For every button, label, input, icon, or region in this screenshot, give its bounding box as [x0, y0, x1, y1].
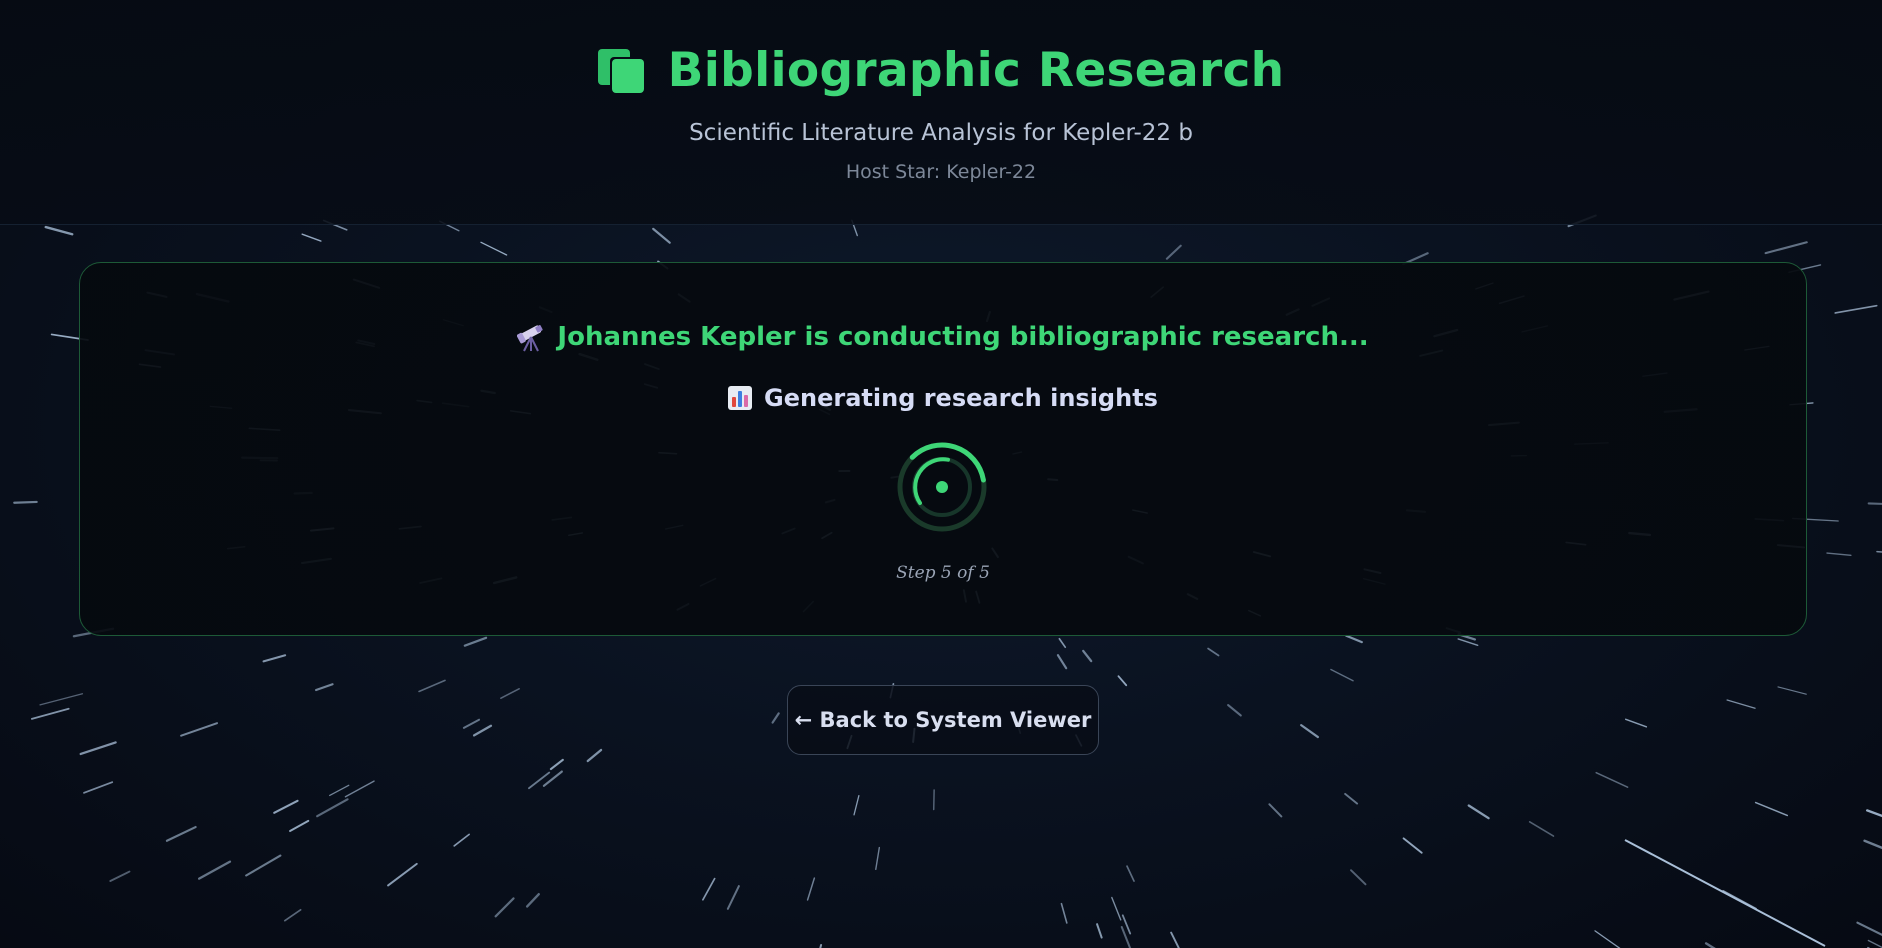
loading-spinner — [897, 442, 987, 532]
status-main-text: Johannes Kepler is conducting bibliograp… — [557, 322, 1369, 352]
star-streak — [30, 707, 70, 720]
star-streak — [1834, 304, 1878, 314]
title-row: Bibliographic Research — [0, 42, 1882, 98]
star-streak — [262, 654, 287, 663]
star-streak — [1595, 771, 1629, 788]
star-streak — [1345, 634, 1363, 644]
star-streak — [1330, 668, 1354, 682]
star-streak — [1876, 550, 1882, 553]
star-streak — [875, 846, 881, 871]
step-indicator: Step 5 of 5 — [896, 563, 990, 583]
star-streak — [1344, 792, 1359, 805]
page-title: Bibliographic Research — [667, 42, 1285, 98]
star-streak — [79, 741, 117, 756]
star-streak — [1726, 699, 1756, 709]
star-streak — [1624, 839, 1826, 947]
star-streak — [1058, 637, 1067, 649]
star-streak — [1528, 821, 1555, 837]
star-streak — [344, 780, 375, 798]
star-streak — [1170, 931, 1180, 948]
star-streak — [13, 500, 38, 504]
star-streak — [1867, 502, 1882, 505]
star-streak — [39, 693, 84, 706]
star-streak — [586, 748, 603, 763]
star-streak — [853, 795, 860, 816]
star-streak — [1350, 869, 1367, 886]
star-streak — [197, 860, 232, 880]
star-streak — [387, 862, 418, 887]
star-streak — [1126, 865, 1135, 882]
star-streak — [180, 722, 219, 737]
star-streak — [109, 870, 131, 882]
star-streak — [1082, 649, 1093, 663]
star-streak — [273, 799, 299, 814]
star-streak — [83, 781, 114, 794]
star-streak — [1467, 804, 1490, 820]
star-streak — [1120, 925, 1132, 948]
star-streak — [1060, 902, 1068, 924]
star-streak — [494, 897, 515, 918]
star-streak — [453, 833, 470, 847]
star-streak — [472, 724, 493, 737]
bar-chart-icon — [728, 386, 753, 410]
star-streak — [1268, 803, 1283, 818]
star-streak — [1826, 552, 1852, 556]
star-streak — [702, 877, 716, 901]
star-streak — [771, 712, 780, 724]
status-sub-row: Generating research insights — [80, 380, 1806, 416]
star-streak — [418, 679, 446, 693]
star-streak — [1867, 939, 1882, 948]
star-streak — [463, 636, 488, 647]
star-streak — [1165, 244, 1182, 260]
star-streak — [652, 227, 671, 244]
star-streak — [1111, 896, 1122, 921]
star-streak — [462, 718, 481, 729]
star-streak — [1056, 654, 1068, 670]
star-streak — [1856, 921, 1882, 937]
page-header: Bibliographic Research Scientific Litera… — [0, 0, 1882, 225]
star-streak — [1300, 724, 1320, 739]
star-streak — [806, 877, 816, 901]
page-subtitle: Scientific Literature Analysis for Keple… — [689, 120, 1193, 146]
status-main-row: Johannes Kepler is conducting bibliograp… — [80, 317, 1806, 357]
star-streak — [1865, 809, 1882, 818]
star-streak — [549, 758, 564, 771]
status-sub-text: Generating research insights — [764, 384, 1158, 412]
star-streak — [525, 892, 540, 908]
star-streak — [480, 241, 508, 256]
research-status-panel: Johannes Kepler is conducting bibliograp… — [79, 262, 1807, 636]
star-streak — [1117, 675, 1128, 687]
star-streak — [1624, 718, 1648, 728]
star-streak — [1207, 647, 1220, 657]
star-streak — [283, 908, 302, 922]
star-streak — [245, 854, 282, 877]
star-streak — [1704, 942, 1716, 948]
star-streak — [329, 784, 350, 797]
star-streak — [289, 819, 310, 833]
books-icon — [597, 47, 646, 93]
star-streak — [1594, 930, 1621, 948]
back-button-label: ← Back to System Viewer — [794, 708, 1092, 732]
star-streak — [1096, 923, 1103, 939]
star-streak — [726, 885, 740, 910]
star-streak — [1863, 839, 1882, 850]
star-streak — [316, 798, 349, 818]
star-streak — [301, 233, 322, 242]
star-streak — [500, 687, 520, 700]
star-streak — [1227, 704, 1242, 717]
star-streak — [165, 825, 197, 842]
star-streak — [1402, 837, 1423, 854]
back-to-system-viewer-button[interactable]: ← Back to System Viewer — [787, 685, 1099, 755]
host-star-label: Host Star: Kepler-22 — [845, 161, 1037, 183]
telescope-icon — [517, 325, 544, 352]
star-streak — [1764, 241, 1808, 255]
star-streak — [1777, 686, 1807, 695]
star-streak — [1754, 801, 1789, 817]
star-streak — [44, 225, 74, 236]
star-streak — [528, 771, 551, 790]
star-streak — [315, 683, 334, 692]
